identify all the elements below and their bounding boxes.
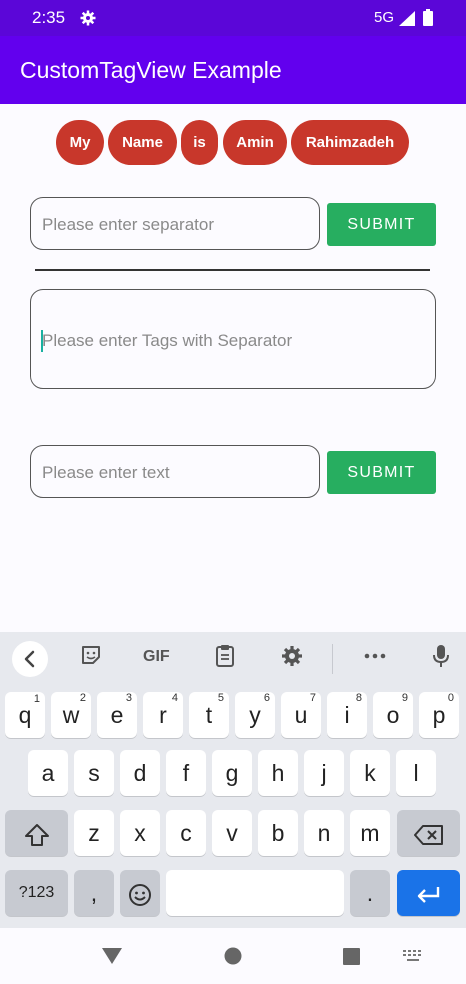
key-hint: 9 — [401, 692, 408, 704]
key-w[interactable]: w2 — [51, 692, 91, 738]
key-l[interactable]: l — [396, 750, 436, 796]
period-key[interactable]: . — [350, 870, 390, 916]
key-hint: 7 — [309, 692, 316, 704]
tags-input[interactable]: Please enter Tags with Separator — [30, 289, 436, 389]
key-q[interactable]: q1 — [5, 692, 45, 738]
key-label: e — [110, 702, 124, 728]
key-hint: 2 — [79, 692, 86, 704]
key-s[interactable]: s — [74, 750, 114, 796]
space-key[interactable] — [166, 870, 344, 916]
key-label: r — [159, 702, 167, 728]
enter-icon — [417, 886, 439, 903]
key-g[interactable]: g — [212, 750, 252, 796]
key-label: t — [205, 702, 213, 728]
key-y[interactable]: y6 — [235, 692, 275, 738]
key-m[interactable]: m — [350, 810, 390, 856]
key-p[interactable]: p0 — [419, 692, 459, 738]
backspace-icon — [413, 824, 443, 845]
key-o[interactable]: o9 — [373, 692, 413, 738]
key-hint: 4 — [171, 692, 178, 704]
status-time: 2:35 — [32, 8, 66, 27]
enter-key[interactable] — [397, 870, 460, 916]
key-r[interactable]: r4 — [143, 692, 183, 738]
battery-icon — [423, 9, 433, 31]
key-c[interactable]: c — [166, 810, 206, 856]
key-z[interactable]: z — [74, 810, 114, 856]
tag-chip[interactable]: Name — [108, 120, 177, 165]
key-hint: 8 — [355, 692, 362, 704]
key-label: p — [432, 702, 446, 728]
key-hint: 1 — [33, 693, 40, 705]
text-submit-button[interactable]: SUBMIT — [327, 451, 436, 494]
shift-key[interactable] — [5, 810, 68, 856]
key-x[interactable]: x — [120, 810, 160, 856]
signal-icon — [399, 11, 415, 31]
comma-key[interactable]: , — [74, 870, 114, 916]
tag-chip[interactable]: My — [56, 120, 104, 165]
key-u[interactable]: u7 — [281, 692, 321, 738]
emoji-key[interactable] — [120, 870, 160, 916]
separator-input[interactable]: Please enter separator — [30, 197, 320, 250]
divider — [35, 269, 430, 271]
key-f[interactable]: f — [166, 750, 206, 796]
key-hint: 6 — [263, 692, 270, 704]
app-title: CustomTagView Example — [20, 57, 282, 83]
sticker-icon[interactable] — [80, 644, 102, 671]
key-j[interactable]: j — [304, 750, 344, 796]
back-nav-icon[interactable] — [102, 948, 122, 969]
soft-keyboard: GIF q1 w2 e3 r4 t5 y6 u7 i8 o9 p0 a s d … — [0, 632, 466, 928]
keyboard-toolbar: GIF — [0, 632, 466, 684]
separator-input-placeholder: Please enter separator — [42, 215, 214, 234]
key-label: y — [249, 702, 261, 728]
key-k[interactable]: k — [350, 750, 390, 796]
shift-icon — [24, 823, 49, 846]
key-d[interactable]: d — [120, 750, 160, 796]
key-v[interactable]: v — [212, 810, 252, 856]
key-i[interactable]: i8 — [327, 692, 367, 738]
key-a[interactable]: a — [28, 750, 68, 796]
text-input[interactable]: Please enter text — [30, 445, 320, 498]
separator-submit-button[interactable]: SUBMIT — [327, 203, 436, 246]
symbols-key[interactable]: ?123 — [5, 870, 68, 916]
key-n[interactable]: n — [304, 810, 344, 856]
gif-button[interactable]: GIF — [143, 648, 170, 666]
network-type: 5G — [374, 9, 395, 26]
key-label: u — [294, 702, 308, 728]
key-t[interactable]: t5 — [189, 692, 229, 738]
text-input-placeholder: Please enter text — [42, 463, 170, 482]
app-bar: CustomTagView Example — [0, 36, 466, 104]
settings-gear-icon — [80, 10, 96, 31]
microphone-icon[interactable] — [432, 644, 450, 673]
key-e[interactable]: e3 — [97, 692, 137, 738]
status-bar: 2:35 5G — [0, 0, 466, 36]
backspace-key[interactable] — [397, 810, 460, 856]
chevron-left-icon[interactable] — [12, 641, 48, 677]
key-b[interactable]: b — [258, 810, 298, 856]
clipboard-icon[interactable] — [215, 644, 235, 673]
tag-chip[interactable]: Amin — [223, 120, 287, 165]
home-nav-icon[interactable] — [224, 947, 242, 970]
tags-input-placeholder: Please enter Tags with Separator — [42, 331, 293, 350]
recents-nav-icon[interactable] — [343, 948, 360, 970]
key-label: i — [344, 702, 350, 728]
tag-chip[interactable]: Rahimzadeh — [291, 120, 409, 165]
navigation-bar — [0, 928, 466, 984]
key-label: q — [18, 702, 32, 728]
key-hint: 3 — [125, 692, 132, 704]
key-hint: 0 — [447, 692, 454, 704]
gear-icon[interactable] — [281, 645, 303, 672]
tag-chip[interactable]: is — [181, 120, 218, 165]
toolbar-divider — [332, 644, 333, 674]
key-hint: 5 — [217, 692, 224, 704]
key-label: o — [386, 702, 400, 728]
key-h[interactable]: h — [258, 750, 298, 796]
key-label: w — [62, 702, 80, 728]
emoji-icon — [129, 883, 151, 906]
keyboard-switch-icon[interactable] — [403, 949, 423, 967]
more-icon[interactable] — [363, 646, 387, 671]
